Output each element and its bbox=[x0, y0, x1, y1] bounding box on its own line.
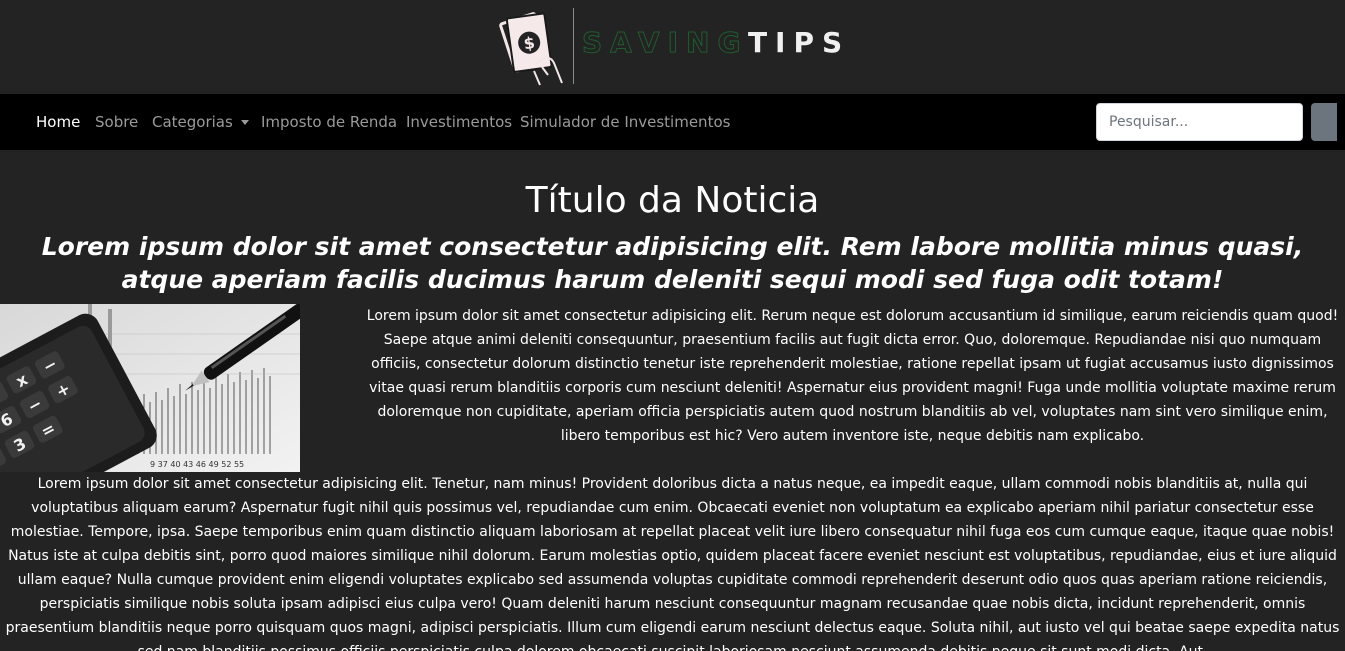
chevron-down-icon bbox=[240, 120, 249, 125]
logo-saving-text: SAVING bbox=[582, 26, 748, 60]
logo-text: SAVINGTIPS bbox=[582, 23, 850, 63]
money-hand-icon: $ bbox=[499, 12, 563, 86]
search-input[interactable] bbox=[1096, 103, 1303, 141]
nav-item-categorias[interactable]: Categorias bbox=[152, 112, 249, 132]
nav-item-sobre[interactable]: Sobre bbox=[95, 112, 138, 132]
site-header: $ SAVINGTIPS bbox=[0, 0, 1345, 94]
logo-divider bbox=[573, 8, 574, 84]
article-subtitle: Lorem ipsum dolor sit amet consectetur a… bbox=[41, 232, 1304, 294]
logo-tips-text: TIPS bbox=[747, 26, 851, 59]
page-title: Título da Noticia bbox=[525, 180, 820, 221]
article-paragraph: Lorem ipsum dolor sit amet consectetur a… bbox=[5, 476, 1340, 651]
site-logo[interactable]: $ SAVINGTIPS bbox=[496, 5, 856, 87]
nav-item-investimentos[interactable]: Investimentos bbox=[406, 112, 512, 132]
article-paragraph: Lorem ipsum dolor sit amet consectetur a… bbox=[366, 308, 1339, 444]
main-content: Título da Noticia Lorem ipsum dolor sit … bbox=[0, 180, 1345, 651]
nav-item-imposto-de-renda[interactable]: Imposto de Renda bbox=[261, 112, 397, 132]
nav-item-categorias-label: Categorias bbox=[152, 113, 233, 131]
nav-item-simulador[interactable]: Simulador de Investimentos bbox=[520, 112, 730, 132]
main-navbar: Home Sobre Categorias Imposto de Renda I… bbox=[0, 94, 1345, 150]
image-axis-numbers: 9 37 40 43 46 49 52 55 bbox=[150, 460, 244, 469]
nav-item-home[interactable]: Home bbox=[36, 112, 80, 132]
article-body: 9 37 40 43 46 49 52 55 + x bbox=[0, 304, 1345, 651]
calculator-pen-chart-image: 9 37 40 43 46 49 52 55 + x bbox=[0, 304, 300, 472]
search-button[interactable] bbox=[1311, 103, 1337, 141]
